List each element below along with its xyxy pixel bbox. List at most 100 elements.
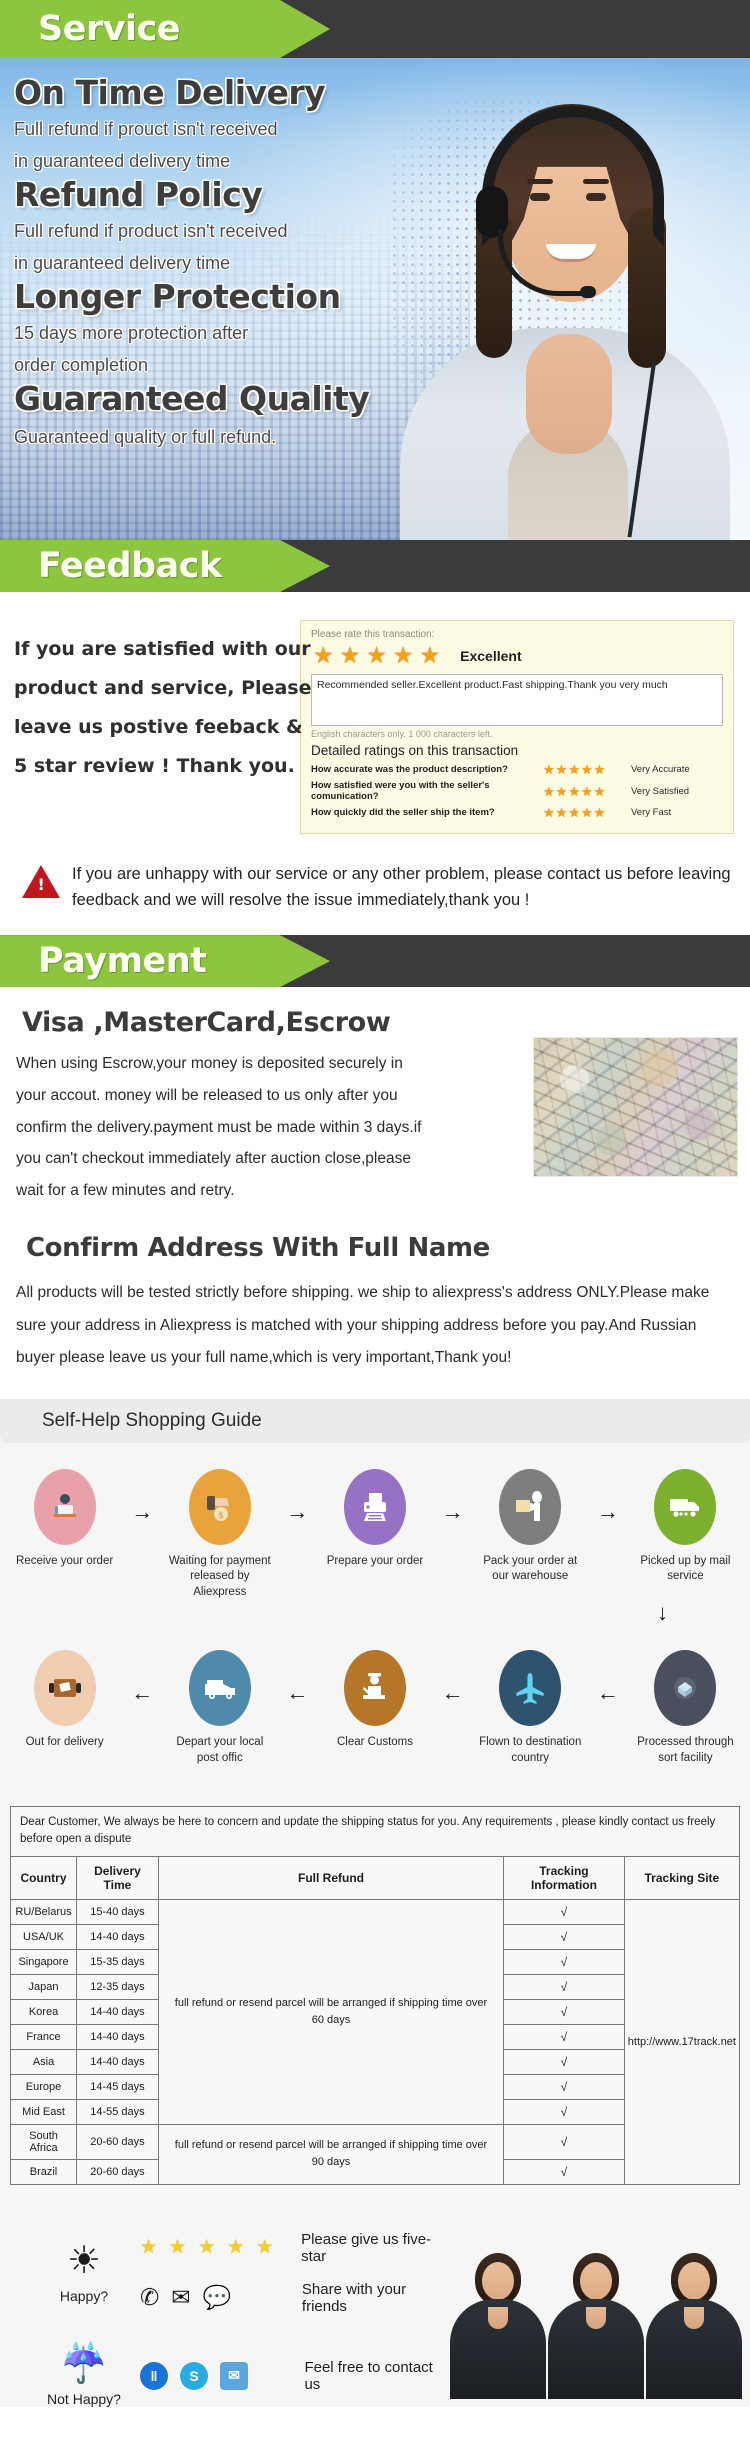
star-icon[interactable]: ★ — [556, 806, 568, 819]
cell-tracking-check: √ — [503, 2123, 625, 2160]
guide-step: Out for delivery — [10, 1650, 119, 1751]
star-icon[interactable]: ★ — [581, 785, 593, 798]
feedback-warning-text: If you are unhappy with our service or a… — [72, 865, 731, 909]
star-icon[interactable]: ★ — [313, 644, 334, 667]
shopping-guide-section: Self-Help Shopping Guide Receive your or… — [0, 1398, 750, 1793]
service-title-1: On Time Delivery — [14, 73, 326, 112]
star-icon[interactable]: ★ — [256, 2236, 273, 2259]
star-icon[interactable]: ★ — [420, 644, 441, 667]
feedback-request-line-3: leave us postive feeback & — [14, 715, 303, 738]
shipping-note: Dear Customer, We always be here to conc… — [10, 1806, 740, 1856]
contact-text: Feel free to contact us — [304, 2358, 433, 2393]
guide-step: Flown to destination country — [476, 1650, 585, 1766]
overall-rating-stars[interactable]: ★ ★ ★ ★ ★ Excellent — [313, 644, 723, 667]
cell-delivery-time: 20-60 days — [76, 2158, 159, 2185]
happy-block: ☀ Happy? ★ ★ ★ ★ ★ Please give us five-s… — [28, 2231, 448, 2315]
cell-full-refund-60: full refund or resend parcel will be arr… — [157, 1898, 505, 2125]
payment-banner: Payment — [0, 935, 750, 988]
trademanager-icon[interactable]: ‖ — [140, 2361, 168, 2390]
package-box-icon — [33, 1650, 96, 1727]
cell-delivery-time: 20-60 days — [76, 2123, 159, 2160]
star-icon[interactable]: ★ — [556, 785, 568, 798]
cell-tracking-check: √ — [503, 1923, 625, 1950]
support-agent-photo — [390, 58, 750, 540]
shipping-table-section: Dear Customer, We always be here to conc… — [0, 1792, 750, 2201]
customs-officer-icon — [344, 1650, 406, 1727]
airplane-icon — [499, 1650, 562, 1727]
star-icon[interactable]: ★ — [543, 806, 555, 819]
feedback-request-line-1: If you are satisfied with our — [14, 638, 311, 660]
arrow-down-icon: ↓ — [657, 1600, 668, 1626]
desk-worker-icon — [33, 1468, 96, 1545]
not-happy-block: ☔ Not Happy? ‖ S ✉ Feel free to contact … — [28, 2345, 448, 2407]
star-icon[interactable]: ★ — [140, 2236, 157, 2259]
cell-country: Asia — [9, 2048, 78, 2075]
detailed-ratings-title: Detailed ratings on this transaction — [311, 743, 519, 758]
feedback-form-screenshot: Please rate this transaction: ★ ★ ★ ★ ★ … — [300, 620, 734, 834]
cell-delivery-time: 14-45 days — [76, 2073, 159, 2100]
not-happy-mood: ☔ Not Happy? — [28, 2345, 140, 2407]
email-icon[interactable]: ✉ — [220, 2361, 248, 2390]
cell-tracking-check: √ — [503, 1898, 625, 1925]
column-header-full-refund: Full Refund — [157, 1855, 505, 1900]
star-icon[interactable]: ★ — [227, 2236, 244, 2259]
service-line-4a: Guaranteed quality or full refund. — [14, 427, 277, 447]
star-icon[interactable]: ★ — [594, 806, 606, 819]
star-icon[interactable]: ★ — [568, 785, 580, 798]
contact-icons[interactable]: ‖ S ✉ — [140, 2361, 304, 2390]
star-icon[interactable]: ★ — [581, 806, 593, 819]
guide-step: Prepare your order — [320, 1468, 429, 1570]
cell-country: Singapore — [9, 1948, 78, 1975]
phone-icon[interactable]: ✆ — [140, 2286, 159, 2309]
star-icon[interactable]: ★ — [568, 763, 580, 776]
feedback-comment-input[interactable]: Recommended seller.Excellent product.Fas… — [311, 674, 723, 726]
guide-step-label: Picked up by mail service — [640, 1554, 731, 1583]
star-icon[interactable]: ★ — [366, 644, 387, 667]
feedback-section: If you are satisfied with our product an… — [0, 592, 750, 844]
warning-triangle-icon — [22, 865, 60, 898]
five-star-icons[interactable]: ★ ★ ★ ★ ★ — [140, 2236, 301, 2259]
rating-word: Excellent — [460, 647, 522, 664]
cell-delivery-time: 14-40 days — [76, 1998, 159, 2025]
guide-step: Depart your local post offic — [165, 1650, 274, 1766]
service-hero: On Time Delivery Full refund if prouct i… — [0, 58, 750, 540]
rain-cloud-icon: ☔ — [60, 2342, 108, 2385]
payment-body-text: When using Escrow,your money is deposite… — [16, 1055, 422, 1200]
star-icon[interactable]: ★ — [594, 785, 606, 798]
feedback-request-line-2: product and service, Please — [14, 676, 312, 699]
skype-icon[interactable]: S — [180, 2361, 208, 2390]
star-icon[interactable]: ★ — [393, 644, 414, 667]
detail-stars[interactable]: ★ ★ ★ ★ ★ — [543, 785, 631, 798]
cell-country: Japan — [9, 1973, 78, 2000]
cell-delivery-time: 14-40 days — [76, 2048, 159, 2075]
arrow-right-icon: → — [286, 1498, 309, 1524]
detail-stars[interactable]: ★ ★ ★ ★ ★ — [543, 763, 631, 776]
cell-tracking-check: √ — [503, 1973, 625, 2000]
packing-person-icon — [499, 1468, 562, 1545]
star-icon[interactable]: ★ — [198, 2236, 215, 2259]
star-icon[interactable]: ★ — [594, 763, 606, 776]
star-icon[interactable]: ★ — [543, 763, 555, 776]
cell-tracking-check: √ — [503, 2048, 625, 2075]
shopping-guide-title: Self-Help Shopping Guide — [0, 1398, 750, 1443]
star-icon[interactable]: ★ — [556, 763, 568, 776]
detail-stars[interactable]: ★ ★ ★ ★ ★ — [543, 806, 631, 819]
guide-step: Picked up by mail service — [631, 1468, 740, 1585]
arrow-right-icon: → — [441, 1498, 464, 1524]
detail-question: How accurate was the product description… — [311, 764, 508, 775]
service-title-3: Longer Protection — [14, 277, 341, 316]
star-icon[interactable]: ★ — [340, 644, 361, 667]
star-icon[interactable]: ★ — [568, 806, 580, 819]
share-icons[interactable]: ✆ ✉ 💬 — [140, 2286, 302, 2309]
star-icon[interactable]: ★ — [581, 763, 593, 776]
star-icon[interactable]: ★ — [169, 2236, 186, 2259]
service-line-2b: in guaranteed delivery time — [14, 253, 231, 273]
service-title-2: Refund Policy — [14, 175, 263, 214]
hand-money-icon: $ — [188, 1468, 251, 1545]
chat-bubble-icon[interactable]: 💬 — [203, 2286, 232, 2309]
table-header-row: Country Delivery Time Full Refund Tracki… — [9, 1855, 741, 1900]
banknotes-photo — [533, 1037, 738, 1178]
star-icon[interactable]: ★ — [543, 785, 555, 798]
mail-icon[interactable]: ✉ — [171, 2286, 190, 2309]
feedback-request-text: If you are satisfied with our product an… — [14, 630, 312, 786]
